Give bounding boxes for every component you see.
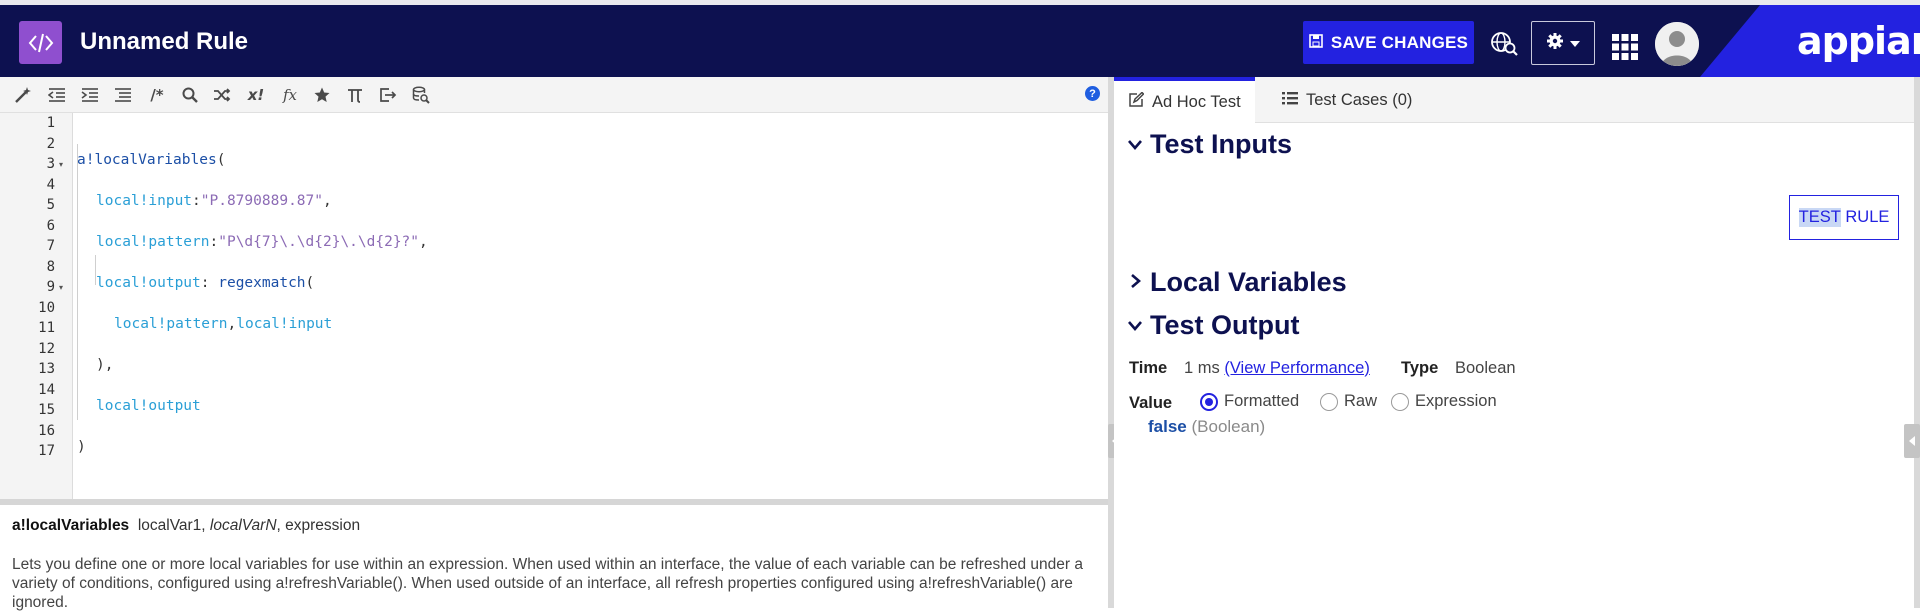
test-tabs: Ad Hoc Test Test Cases (0) [1114,77,1914,124]
output-value: false (Boolean) [1148,417,1266,436]
expression-editor[interactable]: a!localVariables( local!input:"P.8790889… [73,113,1108,500]
line-number: 13 [38,361,55,377]
line-number: 10 [38,299,55,316]
page-title: Unnamed Rule [80,28,249,55]
tab-ad-hoc-test[interactable]: Ad Hoc Test [1114,77,1255,124]
caret-down-icon [1570,34,1580,52]
help-icon[interactable]: ? [1085,86,1100,101]
line-number: 11 [38,320,55,336]
clear-expression-icon[interactable]: x! [245,85,267,105]
type-value: Boolean [1455,359,1516,377]
gear-icon [1546,32,1564,55]
line-number-gutter: 1 2 3 ▾ 4 5 6 7 8 9 ▾ 10 11 12 13 14 15 16 17 [0,113,73,500]
chevron-down-icon [1128,315,1142,336]
code-line-3: a!localVariables( [77,152,226,168]
section-local-variables[interactable]: Local Variables [1128,267,1347,298]
save-button-label: SAVE CHANGES [1330,32,1469,52]
globe-search-icon[interactable] [1490,31,1520,57]
code-line-7: local!pattern:"P\d{7}\.\d{2}\.\d{2}?", [96,234,428,250]
list-icon[interactable] [113,85,133,105]
indent-guide [77,144,78,420]
appian-logo: appian [1797,19,1920,63]
expression-toolbar: /* x! fx [0,77,1108,113]
app-header: Unnamed Rule SAVE CHANGES appia [0,0,1920,77]
function-signature: a!localVariables localVar1, localVarN, e… [12,517,361,534]
export-icon[interactable] [378,85,398,105]
line-number: 12 [38,340,55,357]
time-value: 1 ms (View Performance) [1184,359,1370,377]
edit-icon [1128,91,1145,113]
favorite-star-icon[interactable] [312,85,332,105]
database-search-icon[interactable] [411,85,431,105]
radio-unselected-icon [1391,392,1409,411]
line-number: 16 [38,422,55,439]
settings-menu-button[interactable] [1531,21,1595,65]
user-avatar[interactable] [1655,22,1699,66]
radio-formatted[interactable]: Formatted [1200,392,1299,411]
fold-toggle-icon[interactable]: ▾ [59,160,63,169]
function-icon[interactable]: fx [279,85,301,105]
radio-selected-icon [1200,392,1218,411]
pi-constant-icon[interactable] [345,85,365,105]
outdent-icon[interactable] [47,85,67,105]
radio-raw[interactable]: Raw [1320,392,1377,411]
indent-icon[interactable] [80,85,100,105]
code-line-11: local!pattern,local!input [114,316,333,332]
line-number: 9 [46,279,55,295]
line-number: 17 [38,443,55,459]
test-panel: Ad Hoc Test Test Cases (0) Test Inputs T… [1114,77,1914,608]
type-label: Type [1401,359,1439,377]
code-line-5: local!input:"P.8790889.87", [96,193,332,209]
line-number: 4 [46,176,55,193]
line-number: 15 [38,402,55,418]
code-line-13: ), [96,357,114,373]
section-test-output[interactable]: Test Output [1128,310,1299,341]
code-line-15: local!output [96,398,201,414]
code-brackets-icon [19,21,62,64]
radio-unselected-icon [1320,392,1338,411]
line-number: 7 [46,238,55,254]
view-performance-link[interactable]: (View Performance) [1224,359,1370,377]
tab-test-cases[interactable]: Test Cases (0) [1268,77,1426,123]
app-grid-icon[interactable] [1612,34,1638,60]
search-icon[interactable] [180,85,200,105]
fold-toggle-icon[interactable]: ▾ [59,283,63,292]
line-number: 1 [46,115,55,131]
collapse-right-icon[interactable] [1904,424,1920,458]
chevron-down-icon [1128,134,1142,155]
magic-wand-icon[interactable] [13,85,33,105]
line-number: 2 [46,135,55,152]
section-test-inputs[interactable]: Test Inputs [1128,129,1292,160]
value-label: Value [1129,394,1173,412]
time-label: Time [1129,359,1168,377]
radio-expression[interactable]: Expression [1391,392,1497,411]
list-icon [1282,91,1298,110]
chevron-right-icon [1128,272,1142,293]
line-number: 5 [46,197,55,213]
code-line-17: ) [77,439,86,455]
comment-icon[interactable]: /* [146,85,168,105]
line-number: 3 [46,156,55,172]
test-rule-button[interactable]: TEST RULE [1789,195,1899,240]
line-number: 14 [38,381,55,398]
save-icon [1309,33,1323,53]
function-documentation: a!localVariables localVar1, localVarN, e… [0,505,1108,611]
shuffle-icon[interactable] [212,85,232,105]
code-line-9: local!output: regexmatch( [96,275,315,291]
line-number: 8 [46,258,55,275]
line-number: 6 [46,217,55,234]
function-description: Lets you define one or more local variab… [12,556,1083,611]
save-changes-button[interactable]: SAVE CHANGES [1303,21,1474,64]
right-edge-splitter [1914,77,1920,608]
